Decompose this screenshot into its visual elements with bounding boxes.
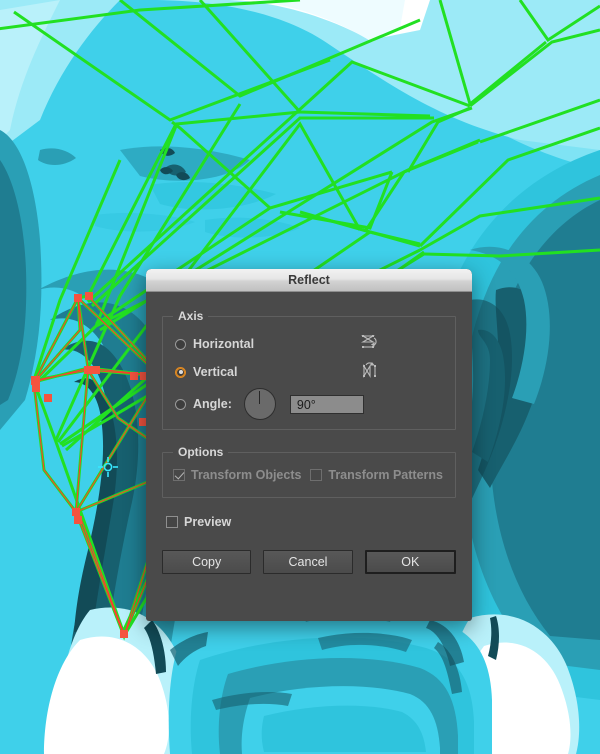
checkbox-transform-objects[interactable]	[173, 469, 185, 481]
radio-horizontal-label: Horizontal	[193, 337, 255, 351]
checkbox-preview[interactable]	[166, 516, 178, 528]
options-group-label: Options	[173, 445, 229, 459]
axis-group-label: Axis	[173, 309, 209, 323]
radio-angle[interactable]	[175, 398, 186, 410]
copy-button[interactable]: Copy	[162, 550, 252, 574]
radio-vertical-label: Vertical	[193, 365, 238, 379]
angle-dial[interactable]	[243, 388, 276, 420]
dialog-title: Reflect	[288, 273, 330, 287]
reflect-dialog: Reflect Axis Horizontal Vertical Angle: …	[146, 269, 472, 621]
flip-vertical-icon	[361, 361, 379, 383]
radio-vertical[interactable]	[175, 366, 186, 378]
checkbox-preview-label: Preview	[184, 515, 232, 529]
dialog-titlebar[interactable]: Reflect	[146, 269, 472, 292]
dialog-body: Axis Horizontal Vertical Angle: 90° Opti…	[146, 292, 472, 621]
options-group: Options Transform Objects Transform Patt…	[162, 445, 456, 498]
axis-option-vertical[interactable]: Vertical	[175, 359, 443, 385]
preview-row[interactable]: Preview	[166, 512, 456, 532]
angle-input[interactable]: 90°	[289, 394, 364, 414]
axis-option-horizontal[interactable]: Horizontal	[175, 331, 443, 357]
axis-option-angle[interactable]: Angle: 90°	[175, 388, 443, 420]
checkbox-transform-objects-label: Transform Objects	[191, 468, 302, 482]
ok-button[interactable]: OK	[364, 550, 456, 574]
cancel-button[interactable]: Cancel	[263, 550, 353, 574]
radio-angle-label: Angle:	[193, 397, 232, 411]
axis-group: Axis Horizontal Vertical Angle: 90°	[162, 309, 456, 430]
checkbox-transform-patterns-label: Transform Patterns	[328, 468, 443, 482]
dialog-button-bar: Copy Cancel OK	[162, 550, 456, 574]
flip-horizontal-icon	[361, 334, 379, 355]
checkbox-transform-patterns[interactable]	[310, 469, 323, 481]
radio-horizontal[interactable]	[175, 338, 186, 350]
